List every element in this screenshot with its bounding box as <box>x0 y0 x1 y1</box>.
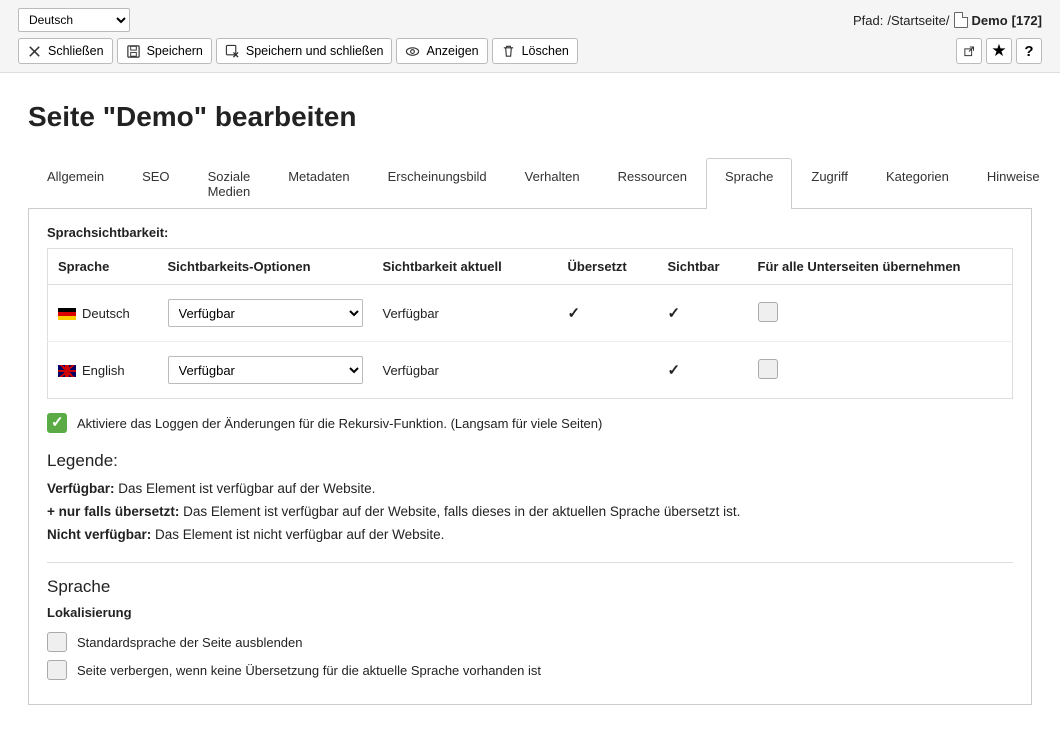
close-button[interactable]: Schließen <box>18 38 113 64</box>
save-label: Speichern <box>147 44 203 58</box>
eye-icon <box>405 44 420 59</box>
breadcrumb-page-id: [172] <box>1012 13 1042 28</box>
delete-button[interactable]: Löschen <box>492 38 578 64</box>
th-translated: Übersetzt <box>558 249 658 285</box>
th-options: Sichtbarkeits-Optionen <box>158 249 373 285</box>
table-row: English Verfügbar Verfügbar ✓ <box>48 342 1013 399</box>
flag-icon <box>58 308 76 320</box>
tab-hinweise[interactable]: Hinweise <box>968 158 1059 209</box>
breadcrumb: Pfad: /Startseite/ Demo [172] <box>853 12 1042 28</box>
view-label: Anzeigen <box>426 44 478 58</box>
visibility-option-select[interactable]: Verfügbar <box>168 356 363 384</box>
save-icon <box>126 44 141 59</box>
page-title: Seite "Demo" bearbeiten <box>28 101 1032 133</box>
legend-title: Legende: <box>47 451 1013 471</box>
tab-zugriff[interactable]: Zugriff <box>792 158 867 209</box>
row-current: Verfügbar <box>373 342 558 399</box>
apply-subpages-checkbox[interactable] <box>758 302 778 322</box>
trash-icon <box>501 44 516 59</box>
visibility-table: Sprache Sichtbarkeits-Optionen Sichtbark… <box>47 248 1013 399</box>
flag-icon <box>58 365 76 377</box>
th-current: Sichtbarkeit aktuell <box>373 249 558 285</box>
save-close-label: Speichern und schließen <box>246 44 384 58</box>
external-icon <box>963 44 975 59</box>
tab-erscheinungsbild[interactable]: Erscheinungsbild <box>369 158 506 209</box>
th-visible: Sichtbar <box>658 249 748 285</box>
breadcrumb-root-link[interactable]: /Startseite/ <box>887 13 949 28</box>
legend-available: Verfügbar: Das Element ist verfügbar auf… <box>47 481 1013 496</box>
save-close-button[interactable]: Speichern und schließen <box>216 38 393 64</box>
language-section-title: Sprache <box>47 577 1013 597</box>
divider <box>47 562 1013 563</box>
check-icon: ✓ <box>568 305 581 322</box>
check-icon: ✓ <box>668 305 681 322</box>
close-icon <box>27 44 42 59</box>
tab-seo[interactable]: SEO <box>123 158 188 209</box>
tabs: AllgemeinSEOSoziale MedienMetadatenErsch… <box>28 157 1032 209</box>
row-language: English <box>82 363 125 378</box>
apply-subpages-checkbox[interactable] <box>758 359 778 379</box>
log-recursive-checkbox[interactable] <box>47 413 67 433</box>
tab-sprache[interactable]: Sprache <box>706 158 792 209</box>
th-apply-sub: Für alle Unterseiten übernehmen <box>748 249 1013 285</box>
legend-only-translated: + nur falls übersetzt: Das Element ist v… <box>47 504 1013 519</box>
row-current: Verfügbar <box>373 285 558 342</box>
legend-not-available: Nicht verfügbar: Das Element ist nicht v… <box>47 527 1013 542</box>
hide-default-label: Standardsprache der Seite ausblenden <box>77 635 303 650</box>
table-row: Deutsch Verfügbar Verfügbar ✓ ✓ <box>48 285 1013 342</box>
visibility-option-select[interactable]: Verfügbar <box>168 299 363 327</box>
hide-no-translation-checkbox[interactable] <box>47 660 67 680</box>
close-label: Schließen <box>48 44 104 58</box>
save-button[interactable]: Speichern <box>117 38 212 64</box>
row-translated <box>558 342 658 399</box>
tab-verhalten[interactable]: Verhalten <box>506 158 599 209</box>
tab-kategorien[interactable]: Kategorien <box>867 158 968 209</box>
localization-label: Lokalisierung <box>47 605 1013 620</box>
hide-no-translation-label: Seite verbergen, wenn keine Übersetzung … <box>77 663 541 678</box>
log-recursive-label: Aktiviere das Loggen der Änderungen für … <box>77 416 602 431</box>
help-button[interactable]: ? <box>1016 38 1042 64</box>
tab-ressourcen[interactable]: Ressourcen <box>599 158 706 209</box>
ui-language-select[interactable]: Deutsch <box>18 8 130 32</box>
th-language: Sprache <box>48 249 158 285</box>
row-visible: ✓ <box>658 285 748 342</box>
tab-metadaten[interactable]: Metadaten <box>269 158 368 209</box>
delete-label: Löschen <box>522 44 569 58</box>
save-close-icon <box>225 44 240 59</box>
tab-allgemein[interactable]: Allgemein <box>28 158 123 209</box>
breadcrumb-page-name: Demo <box>972 13 1008 28</box>
view-button[interactable]: Anzeigen <box>396 38 487 64</box>
tab-soziale-medien[interactable]: Soziale Medien <box>189 158 270 209</box>
visibility-section-label: Sprachsichtbarkeit: <box>47 225 1013 240</box>
row-language: Deutsch <box>82 306 130 321</box>
open-external-button[interactable] <box>956 38 982 64</box>
page-icon <box>954 12 968 28</box>
check-icon: ✓ <box>668 362 681 379</box>
favorite-button[interactable]: ★ <box>986 38 1012 64</box>
path-label: Pfad: <box>853 13 883 28</box>
hide-default-checkbox[interactable] <box>47 632 67 652</box>
row-translated: ✓ <box>558 285 658 342</box>
row-visible: ✓ <box>658 342 748 399</box>
